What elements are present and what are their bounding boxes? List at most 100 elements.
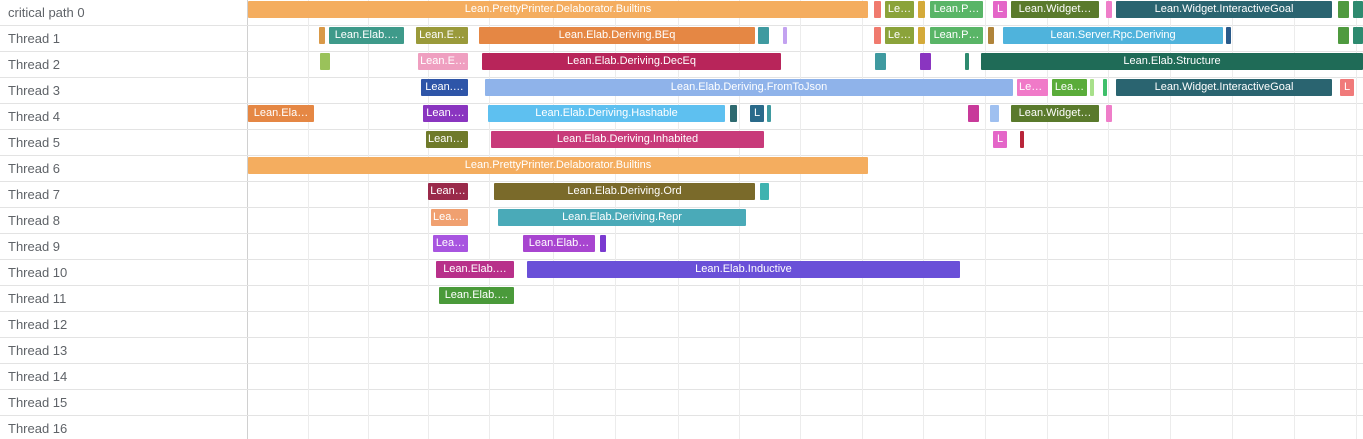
thread-label: Thread 7 (8, 187, 61, 202)
thread-lane (247, 208, 1363, 233)
trace-span[interactable] (1338, 27, 1349, 44)
trace-span[interactable] (783, 27, 787, 44)
thread-label: Thread 2 (8, 57, 61, 72)
trace-span[interactable]: Lea… (1052, 79, 1087, 96)
trace-span[interactable] (1226, 27, 1231, 44)
trace-span[interactable]: Lea… (433, 235, 468, 252)
thread-row: Thread 9 (0, 234, 1363, 260)
trace-timeline: Thread 16 Thread 15 Thread 14 Thread 13 Thre… (0, 0, 1363, 439)
thread-lane (247, 104, 1363, 129)
thread-lane (247, 286, 1363, 311)
trace-span[interactable]: Lean… (431, 209, 468, 226)
trace-span[interactable]: Lean.Elab… (523, 235, 595, 252)
thread-label: Thread 3 (8, 83, 61, 98)
trace-span[interactable] (920, 53, 931, 70)
thread-label: Thread 4 (8, 109, 61, 124)
trace-span[interactable] (1338, 1, 1349, 18)
trace-span[interactable] (875, 53, 886, 70)
trace-span[interactable]: Lean.P… (930, 1, 983, 18)
trace-span[interactable]: Lean… (428, 183, 468, 200)
trace-span[interactable]: Lean.Elab.… (436, 261, 514, 278)
thread-label: critical path 0 (8, 5, 85, 20)
thread-label: Thread 1 (8, 31, 61, 46)
trace-span[interactable]: Lean.Elab.Deriving.BEq (479, 27, 755, 44)
trace-span[interactable] (1103, 79, 1107, 96)
trace-span[interactable] (758, 27, 769, 44)
trace-span[interactable]: Lean.Elab.Deriving.Inhabited (491, 131, 764, 148)
trace-span[interactable] (968, 105, 979, 122)
trace-span[interactable]: Lean.… (426, 131, 468, 148)
trace-span[interactable]: Lea… (1017, 79, 1048, 96)
trace-span[interactable]: Lean.Elab.Deriving.Repr (498, 209, 746, 226)
thread-row: Thread 13 (0, 338, 1363, 364)
trace-span[interactable]: Lean.Widget… (1011, 1, 1099, 18)
trace-span[interactable]: Lean.Elab.Deriving.FromToJson (485, 79, 1013, 96)
trace-span[interactable] (874, 27, 881, 44)
trace-span[interactable]: Lean.Widget.InteractiveGoal (1116, 79, 1332, 96)
trace-span[interactable] (319, 27, 325, 44)
thread-lane (247, 416, 1363, 439)
trace-span[interactable]: Lean.Widget.InteractiveGoal (1116, 1, 1332, 18)
trace-span[interactable]: Lean.Server.Rpc.Deriving (1003, 27, 1223, 44)
trace-span[interactable]: Le… (885, 27, 914, 44)
trace-span[interactable] (965, 53, 969, 70)
trace-span[interactable]: L (993, 131, 1007, 148)
thread-lane (247, 364, 1363, 389)
trace-span[interactable] (918, 1, 925, 18)
trace-span[interactable]: Lean.Elab.Structure (981, 53, 1363, 70)
thread-label: Thread 6 (8, 161, 61, 176)
trace-span[interactable] (874, 1, 881, 18)
time-gridline (368, 0, 369, 439)
trace-span[interactable] (730, 105, 737, 122)
trace-span[interactable]: L (993, 1, 1007, 18)
trace-span[interactable]: Lean.PrettyPrinter.Delaborator.Builtins (248, 157, 868, 174)
thread-label: Thread 10 (8, 265, 68, 280)
time-gridline (800, 0, 801, 439)
thread-lane (247, 390, 1363, 415)
trace-span[interactable] (1106, 1, 1112, 18)
thread-lane (247, 130, 1363, 155)
trace-span[interactable]: Lean.P… (930, 27, 983, 44)
trace-span[interactable] (1106, 105, 1112, 122)
trace-span[interactable]: Lean.Elab.… (329, 27, 404, 44)
trace-span[interactable] (767, 105, 771, 122)
trace-span[interactable]: Lean.PrettyPrinter.Delaborator.Builtins (248, 1, 868, 18)
trace-span[interactable]: Lean.Elab.Inductive (527, 261, 960, 278)
thread-row: Thread 11 (0, 286, 1363, 312)
thread-lane (247, 234, 1363, 259)
trace-span[interactable] (988, 27, 994, 44)
trace-span[interactable]: Le… (885, 1, 914, 18)
thread-lane (247, 182, 1363, 207)
trace-span[interactable] (1090, 79, 1094, 96)
thread-row: Thread 14 (0, 364, 1363, 390)
trace-span[interactable]: L (1340, 79, 1354, 96)
thread-row: Thread 12 (0, 312, 1363, 338)
thread-lane (247, 312, 1363, 337)
trace-span[interactable]: Lean.E… (416, 27, 468, 44)
trace-span[interactable]: Lean.Elab.… (439, 287, 514, 304)
trace-span[interactable] (600, 235, 606, 252)
trace-span[interactable] (990, 105, 999, 122)
trace-span[interactable] (1353, 27, 1363, 44)
thread-label: Thread 5 (8, 135, 61, 150)
thread-label: Thread 16 (8, 421, 68, 436)
trace-span[interactable]: Lean.Elab.Deriving.Ord (494, 183, 755, 200)
trace-span[interactable]: Lean.Widget… (1011, 105, 1099, 122)
time-gridline (308, 0, 309, 439)
thread-label: Thread 9 (8, 239, 61, 254)
trace-span[interactable] (760, 183, 769, 200)
trace-span[interactable] (1353, 1, 1363, 18)
trace-span[interactable]: Lean.… (421, 79, 468, 96)
trace-span[interactable] (918, 27, 925, 44)
trace-span[interactable] (1020, 131, 1024, 148)
trace-span[interactable]: Lean.… (423, 105, 468, 122)
time-gridline (862, 0, 863, 439)
trace-span[interactable]: Lean.E… (418, 53, 468, 70)
trace-span[interactable]: Lean.Elab.Deriving.Hashable (488, 105, 725, 122)
trace-span[interactable]: L (750, 105, 764, 122)
trace-span[interactable] (320, 53, 330, 70)
trace-span[interactable]: Lean.Elab.Deriving.DecEq (482, 53, 781, 70)
thread-label: Thread 13 (8, 343, 68, 358)
thread-label: Thread 14 (8, 369, 68, 384)
trace-span[interactable]: Lean.Ela… (248, 105, 314, 122)
